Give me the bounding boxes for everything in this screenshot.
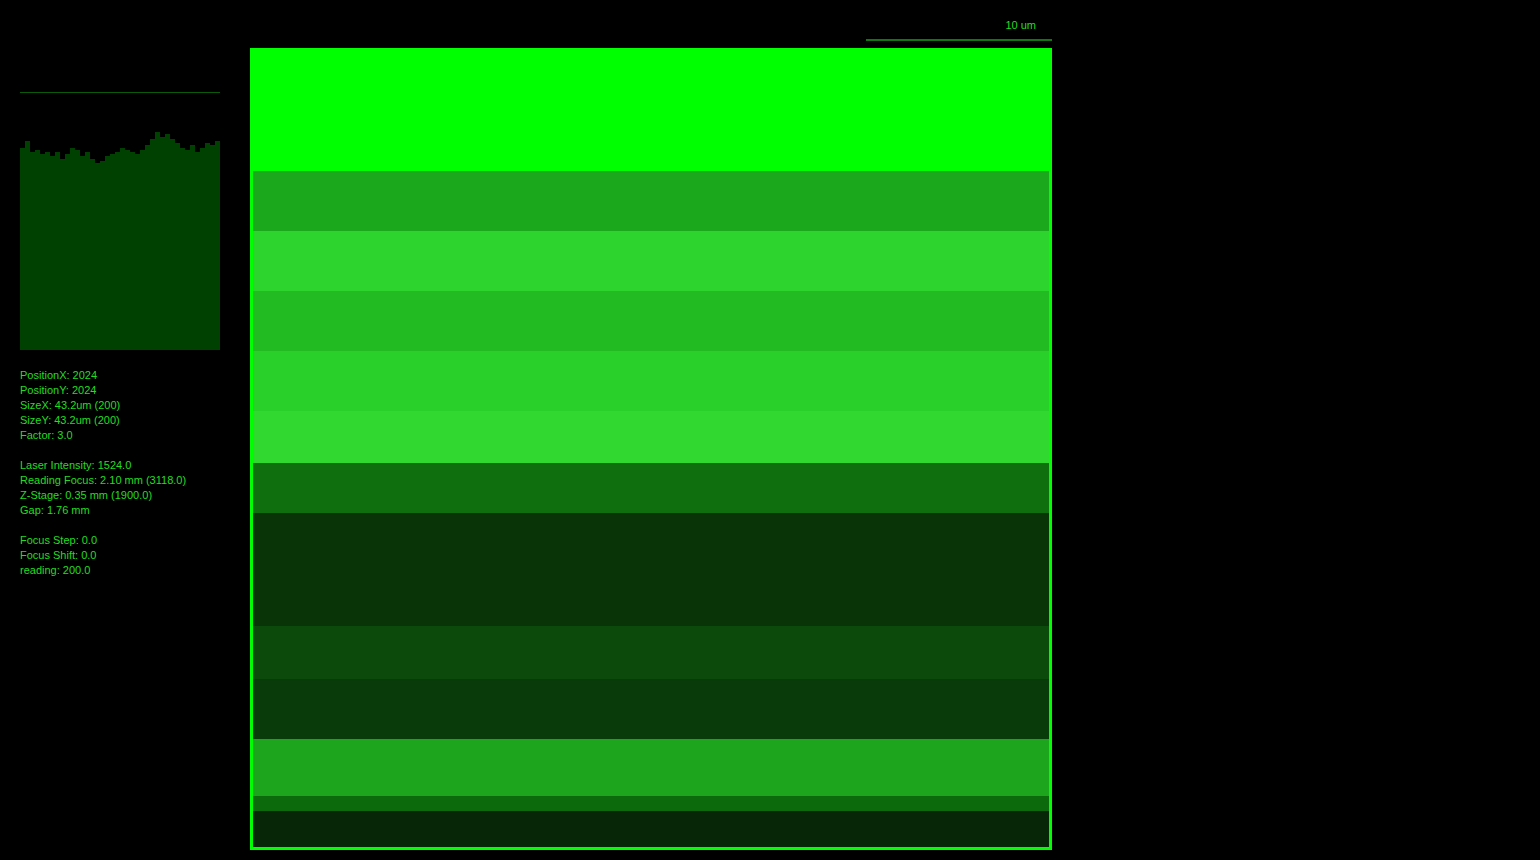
info-group: PositionX: 2024PositionY: 2024SizeX: 43.…: [20, 368, 220, 443]
scan-band: [253, 463, 1049, 513]
info-line: Focus Step: 0.0: [20, 533, 220, 548]
histogram: [20, 130, 220, 350]
info-line: SizeY: 43.2um (200): [20, 413, 220, 428]
info-line: Reading Focus: 2.10 mm (3118.0): [20, 473, 220, 488]
scale-label: 10 um: [1005, 0, 1052, 33]
scan-band: [253, 679, 1049, 739]
info-panel: PositionX: 2024PositionY: 2024SizeX: 43.…: [20, 0, 220, 860]
info-line: Focus Shift: 0.0: [20, 548, 220, 563]
scan-band: [253, 351, 1049, 411]
info-line: reading: 200.0: [20, 563, 220, 578]
info-line: PositionY: 2024: [20, 383, 220, 398]
scan-band: [253, 626, 1049, 679]
viewer: 10 um: [250, 0, 1052, 860]
scale-bar-row: 10 um: [250, 0, 1052, 48]
scan-band: [253, 51, 1049, 171]
scan-band: [253, 513, 1049, 626]
scale-bar: 10 um: [866, 0, 1052, 48]
scan-band: [253, 739, 1049, 796]
info-group: Focus Step: 0.0Focus Shift: 0.0reading: …: [20, 533, 220, 578]
info-text: PositionX: 2024PositionY: 2024SizeX: 43.…: [20, 368, 220, 578]
scan-band: [253, 796, 1049, 811]
app: PositionX: 2024PositionY: 2024SizeX: 43.…: [0, 0, 1540, 860]
histogram-bar: [215, 141, 220, 350]
scan-band: [253, 291, 1049, 351]
info-group: Laser Intensity: 1524.0Reading Focus: 2.…: [20, 458, 220, 518]
scan-band: [253, 811, 1049, 847]
info-line: Laser Intensity: 1524.0: [20, 458, 220, 473]
scan-image[interactable]: [250, 48, 1052, 850]
info-line: SizeX: 43.2um (200): [20, 398, 220, 413]
scan-band: [253, 411, 1049, 463]
info-line: Factor: 3.0: [20, 428, 220, 443]
info-line: PositionX: 2024: [20, 368, 220, 383]
scan-band: [253, 171, 1049, 231]
panel-divider: [20, 92, 220, 93]
info-line: Z-Stage: 0.35 mm (1900.0): [20, 488, 220, 503]
scale-line: [866, 39, 1052, 41]
info-line: Gap: 1.76 mm: [20, 503, 220, 518]
scan-band: [253, 231, 1049, 291]
